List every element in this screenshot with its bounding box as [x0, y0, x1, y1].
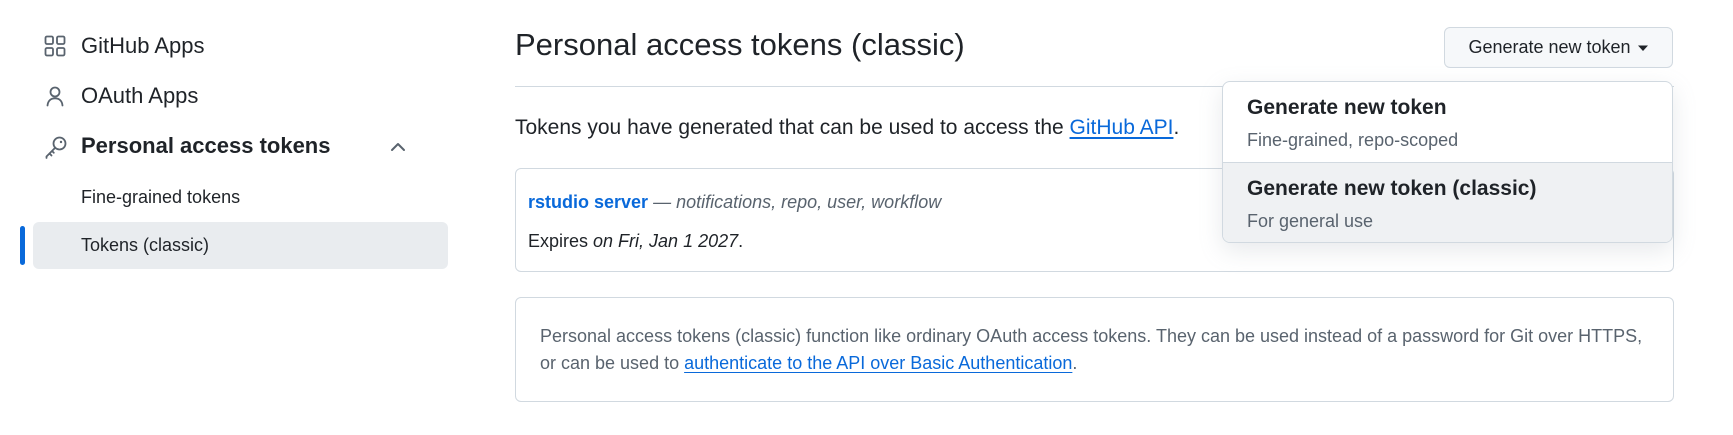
key-icon [44, 135, 67, 159]
menu-item-generate-new-token-classic[interactable]: Generate new token (classic) For general… [1223, 163, 1672, 242]
info-text: Personal access tokens (classic) functio… [540, 326, 1643, 373]
sidebar-item-label: GitHub Apps [81, 33, 205, 58]
token-expiry-date: on Fri, Jan 1 2027 [593, 231, 739, 251]
menu-item-generate-new-token[interactable]: Generate new token Fine-grained, repo-sc… [1223, 82, 1672, 162]
basic-auth-link[interactable]: authenticate to the API over Basic Authe… [684, 353, 1072, 373]
sidebar-item-github-apps[interactable]: GitHub Apps [20, 24, 448, 68]
page-title: Personal access tokens (classic) [515, 27, 965, 62]
menu-item-title: Generate new token [1247, 96, 1447, 119]
active-indicator [20, 226, 25, 265]
person-icon [44, 85, 66, 107]
settings-sidebar: GitHub Apps OAuth Apps Personal access t… [20, 24, 448, 270]
token-scopes: notifications, repo, user, workflow [676, 192, 942, 212]
sidebar-item-label: OAuth Apps [81, 83, 199, 108]
triangle-down-icon [1637, 42, 1649, 54]
tokens-subnav: Fine-grained tokens Tokens (classic) [20, 174, 448, 269]
sidebar-item-label: Fine-grained tokens [81, 187, 241, 207]
sidebar-item-tokens-classic[interactable]: Tokens (classic) [20, 222, 448, 269]
token-name-link[interactable]: rstudio server [528, 192, 648, 212]
menu-item-description: For general use [1247, 211, 1374, 231]
github-api-link[interactable]: GitHub API [1070, 116, 1174, 139]
sidebar-item-label: Personal access tokens [81, 133, 331, 158]
apps-grid-icon [44, 35, 66, 57]
menu-item-description: Fine-grained, repo-scoped [1247, 130, 1459, 150]
sidebar-item-personal-access-tokens[interactable]: Personal access tokens [20, 124, 448, 168]
generate-new-token-label: Generate new token [1468, 37, 1631, 57]
token-summary: rstudio server — notifications, repo, us… [528, 190, 941, 214]
sidebar-item-oauth-apps[interactable]: OAuth Apps [20, 74, 448, 118]
sidebar-item-label: Tokens (classic) [81, 235, 210, 255]
info-notice: Personal access tokens (classic) functio… [515, 297, 1674, 402]
chevron-up-icon[interactable] [388, 137, 408, 157]
token-expiry: Expires on Fri, Jan 1 2027. [528, 231, 744, 251]
sidebar-item-fine-grained-tokens[interactable]: Fine-grained tokens [20, 174, 448, 221]
intro-text: Tokens you have generated that can be us… [515, 116, 1180, 139]
generate-token-menu: Generate new token Fine-grained, repo-sc… [1222, 81, 1673, 243]
generate-new-token-button[interactable]: Generate new token [1444, 27, 1673, 68]
menu-item-title: Generate new token (classic) [1247, 177, 1537, 200]
token-separator: — [648, 192, 677, 212]
